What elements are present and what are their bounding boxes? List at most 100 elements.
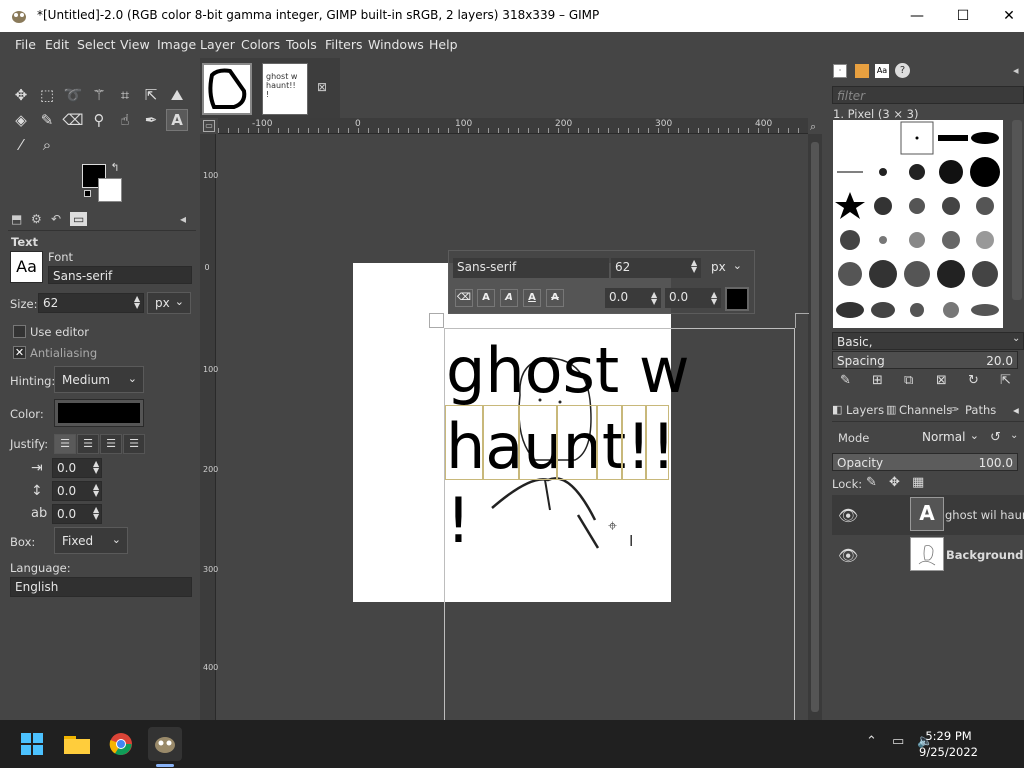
lock-pixels-icon[interactable]: ✎: [866, 475, 877, 490]
paintbrush-tool-icon[interactable]: ✎: [36, 109, 58, 131]
use-editor-checkbox[interactable]: [13, 325, 26, 338]
menu-view[interactable]: View: [120, 37, 150, 52]
indent-spinner[interactable]: ▲ ▼: [93, 460, 99, 475]
reset-mode-icon[interactable]: ↺: [990, 430, 1001, 445]
swap-colors-icon[interactable]: ↰: [108, 160, 122, 174]
duplicate-brush-icon[interactable]: ⧉: [904, 373, 913, 388]
layers-tab-icon[interactable]: ◧: [832, 403, 842, 416]
brush-grid-scrollbar[interactable]: [1012, 120, 1022, 300]
help-tab-icon[interactable]: ?: [895, 63, 910, 78]
zoom-tool-icon[interactable]: ⌕: [36, 134, 58, 156]
overlay-font-field[interactable]: Sans-serif: [453, 258, 609, 278]
hinting-dropdown[interactable]: Medium ⌄: [54, 366, 144, 393]
smudge-tool-icon[interactable]: ☝: [114, 109, 136, 131]
default-colors-icon[interactable]: [84, 190, 91, 197]
chevron-up-icon[interactable]: ⌃: [866, 734, 877, 749]
paths-tool-icon[interactable]: ✒: [140, 109, 162, 131]
fuzzy-select-tool-icon[interactable]: ⚚: [88, 84, 110, 106]
move-tool-icon[interactable]: ✥: [10, 84, 32, 106]
text-box-handle-top-right[interactable]: [795, 313, 809, 328]
line-spacing-spinner[interactable]: ▲ ▼: [93, 483, 99, 498]
text-box-handle-top-left[interactable]: [429, 313, 444, 328]
close-button[interactable]: ✕: [986, 0, 1024, 32]
language-field[interactable]: English: [10, 577, 192, 597]
letter-spacing-spinner[interactable]: ▲ ▼: [93, 506, 99, 521]
bold-button[interactable]: A: [477, 289, 495, 307]
image-tab-1-thumbnail[interactable]: [202, 63, 252, 115]
justify-right-button[interactable]: ☰: [77, 434, 99, 454]
refresh-brushes-icon[interactable]: ↻: [968, 373, 979, 388]
text-color-button[interactable]: [54, 399, 144, 427]
size-unit-dropdown[interactable]: px ⌄: [147, 292, 191, 314]
panel-menu-icon[interactable]: ◂: [180, 212, 186, 226]
lock-alpha-icon[interactable]: ▦: [912, 475, 924, 490]
edit-brush-icon[interactable]: ✎: [840, 373, 851, 388]
dock-menu-icon[interactable]: ◂: [1013, 64, 1019, 77]
gimp-taskbar-icon[interactable]: [148, 727, 182, 761]
overlay-size-spinner[interactable]: ▲ ▼: [691, 259, 697, 274]
close-tab-icon[interactable]: ⊠: [317, 80, 327, 94]
vertical-scrollbar[interactable]: [808, 134, 822, 720]
layers-panel-menu-icon[interactable]: ◂: [1013, 403, 1019, 417]
baseline-spinner[interactable]: ▲ ▼: [651, 291, 657, 306]
menu-image[interactable]: Image: [157, 37, 196, 52]
tab-layers[interactable]: Layers: [846, 403, 884, 417]
network-icon[interactable]: ▭: [892, 734, 904, 749]
paths-tab-icon[interactable]: ✑: [950, 403, 959, 416]
menu-help[interactable]: Help: [429, 37, 458, 52]
menu-layer[interactable]: Layer: [200, 37, 235, 52]
minimize-button[interactable]: —: [894, 0, 940, 32]
menu-select[interactable]: Select: [77, 37, 116, 52]
overlay-size-field[interactable]: 62: [611, 258, 701, 278]
overlay-unit-dropdown[interactable]: px ⌄: [704, 257, 748, 279]
tool-options-tab-icon[interactable]: ⬒: [11, 212, 22, 226]
color-picker-tool-icon[interactable]: ⁄: [10, 134, 32, 156]
bucket-fill-tool-icon[interactable]: ◈: [10, 109, 32, 131]
unified-transform-tool-icon[interactable]: ⇱: [140, 84, 162, 106]
clone-tool-icon[interactable]: ⚲: [88, 109, 110, 131]
chevron-down-icon[interactable]: ⌄: [1012, 333, 1020, 344]
zoom-navigate-icon[interactable]: ⌕: [810, 120, 816, 134]
justify-fill-button[interactable]: ☰: [123, 434, 145, 454]
box-dropdown[interactable]: Fixed ⌄: [54, 527, 128, 554]
brush-tag-field[interactable]: Basic,: [832, 332, 1024, 350]
fonts-tab-icon[interactable]: Aa: [875, 64, 889, 78]
system-clock[interactable]: 5:29 PM 9/25/2022: [919, 728, 978, 760]
lasso-tool-icon[interactable]: ➰: [62, 84, 84, 106]
menu-filters[interactable]: Filters: [325, 37, 362, 52]
font-field[interactable]: Sans-serif: [48, 266, 192, 284]
image-tab-2-thumbnail[interactable]: ghost w haunt!!!: [262, 63, 308, 115]
file-explorer-icon[interactable]: [60, 727, 94, 761]
chrome-icon[interactable]: [104, 727, 138, 761]
mode-dropdown[interactable]: Normal ⌄: [915, 427, 985, 449]
tab-channels[interactable]: Channels: [899, 403, 952, 417]
quick-mask-toggle-icon[interactable]: ▭: [203, 120, 215, 132]
justify-left-button[interactable]: ☰: [54, 434, 76, 454]
italic-button[interactable]: A: [500, 289, 518, 307]
menu-windows[interactable]: Windows: [368, 37, 424, 52]
visibility-eye-icon[interactable]: 👁: [838, 546, 858, 565]
layer-row-text[interactable]: 👁 A ghost wil haunt!: [832, 495, 1024, 535]
text-tool-icon[interactable]: A: [166, 109, 188, 131]
visibility-eye-icon[interactable]: 👁: [838, 506, 858, 525]
images-tab-icon[interactable]: ▭: [70, 212, 88, 226]
scrollbar-thumb[interactable]: [811, 142, 819, 712]
rect-select-tool-icon[interactable]: ⬚: [36, 84, 58, 106]
menu-edit[interactable]: Edit: [45, 37, 69, 52]
warp-tool-icon[interactable]: ⛰: [166, 84, 188, 106]
kerning-spinner[interactable]: ▲ ▼: [711, 291, 717, 306]
lock-position-icon[interactable]: ✥: [889, 475, 900, 490]
maximize-button[interactable]: ☐: [940, 0, 986, 32]
opacity-slider[interactable]: Opacity 100.0: [832, 453, 1018, 471]
layer-row-background[interactable]: 👁 Background: [832, 535, 1024, 575]
chevron-down-icon[interactable]: ⌄: [1010, 430, 1018, 441]
justify-center-button[interactable]: ☰: [100, 434, 122, 454]
menu-file[interactable]: File: [15, 37, 36, 52]
tab-paths[interactable]: Paths: [965, 403, 996, 417]
background-color-swatch[interactable]: [98, 178, 122, 202]
windows-start-icon[interactable]: [15, 727, 49, 761]
brushes-tab-icon[interactable]: ·: [833, 64, 847, 78]
device-status-tab-icon[interactable]: ⚙: [31, 212, 42, 226]
undo-history-tab-icon[interactable]: ↶: [51, 212, 61, 226]
patterns-tab-icon[interactable]: [855, 64, 869, 78]
